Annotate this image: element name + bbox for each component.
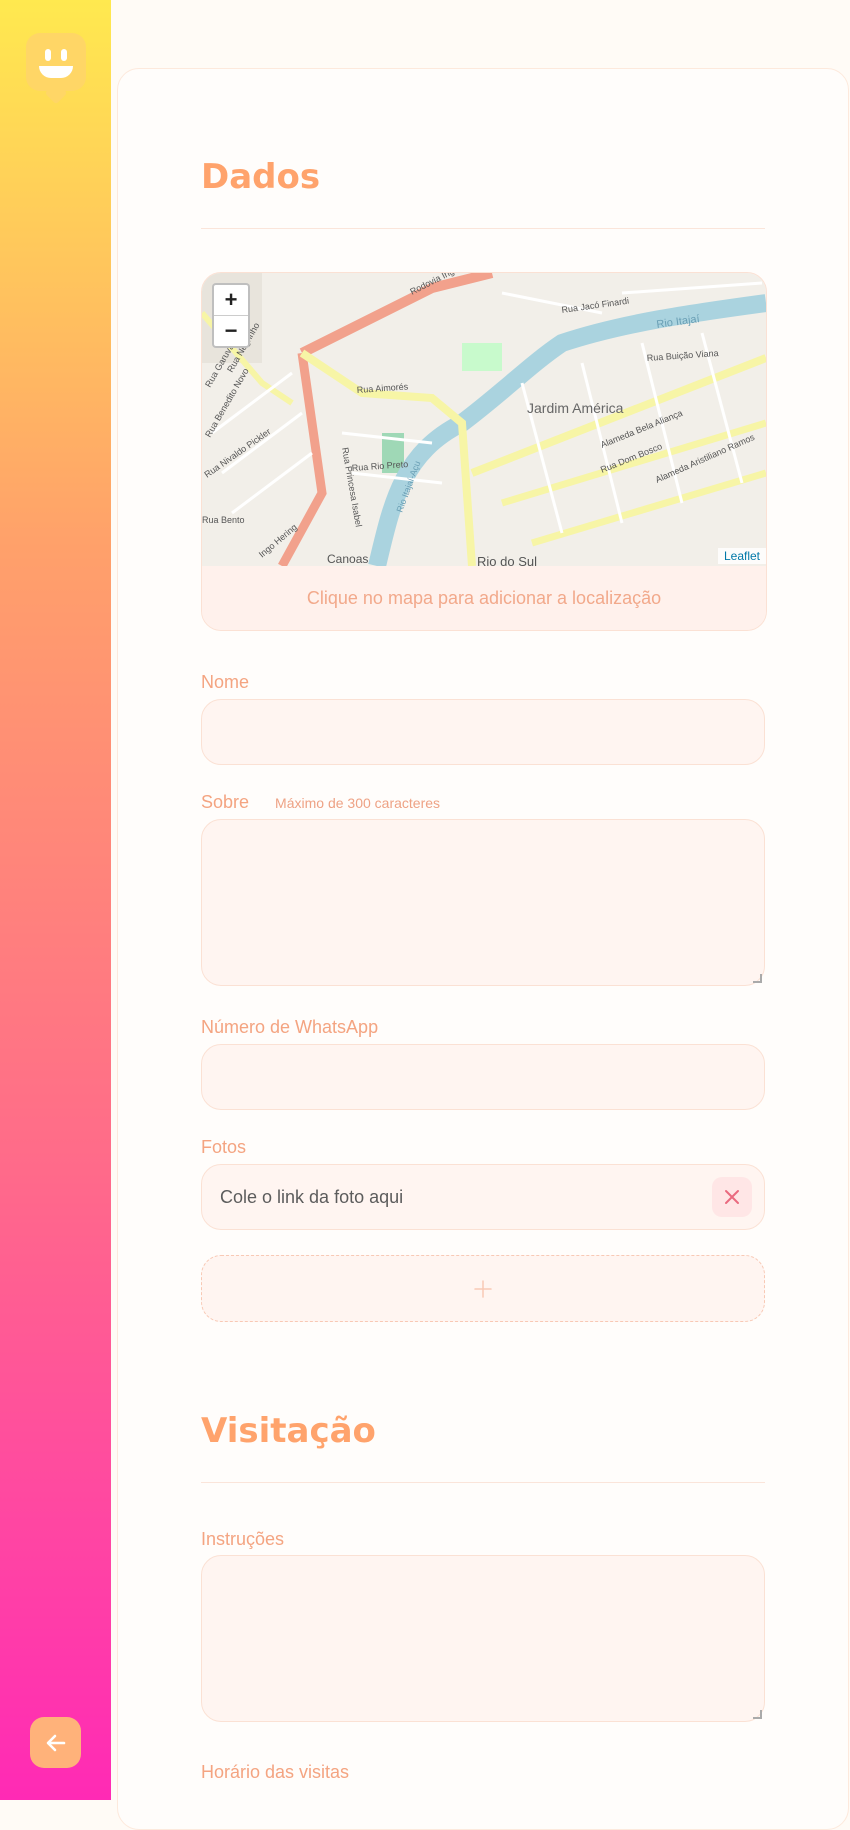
sobre-textarea[interactable] (201, 819, 765, 986)
instrucoes-label: Instruções (201, 1529, 285, 1549)
horario-label: Horário das visitas (201, 1762, 350, 1782)
sobre-label-row: Sobre Máximo de 300 caracteres (201, 792, 440, 813)
nome-input[interactable] (201, 699, 765, 765)
whatsapp-input[interactable] (201, 1044, 765, 1110)
sobre-char-limit-hint: Máximo de 300 caracteres (275, 795, 441, 811)
logo-smiley-icon (26, 33, 86, 91)
map-label: Canoas (327, 552, 368, 566)
foto-url-input[interactable]: Cole o link da foto aqui (201, 1164, 765, 1230)
zoom-out-button[interactable]: − (214, 315, 248, 346)
map-label: Jardim América (527, 400, 624, 416)
nome-label: Nome (201, 672, 250, 692)
divider (201, 228, 765, 229)
arrow-left-icon (46, 1734, 65, 1751)
whatsapp-label: Número de WhatsApp (201, 1017, 379, 1037)
map-hint: Clique no mapa para adicionar a localiza… (202, 566, 766, 630)
instrucoes-textarea[interactable] (201, 1555, 765, 1722)
sobre-label: Sobre (201, 792, 250, 812)
zoom-in-button[interactable]: + (214, 285, 248, 315)
close-icon (725, 1190, 739, 1204)
section-title-visitacao: Visitação (201, 1411, 376, 1451)
plus-icon (474, 1279, 492, 1298)
map-label: Rio do Sul (477, 554, 537, 566)
map-zoom-control: + − (212, 283, 250, 348)
back-button[interactable] (30, 1717, 81, 1768)
map-attribution-link[interactable]: Leaflet (717, 548, 766, 564)
map-label: Rua Bento (202, 515, 245, 525)
location-map[interactable]: Rodovia Ingo Hering Rua Jacó Finardi Rio… (201, 272, 767, 631)
remove-photo-button[interactable] (712, 1177, 752, 1217)
add-photo-button[interactable] (201, 1255, 765, 1322)
sidebar (0, 0, 111, 1800)
foto-url-placeholder: Cole o link da foto aqui (220, 1187, 404, 1207)
form-card: Dados Rodovia Ingo Hering Rua J (117, 68, 849, 1830)
map-tiles[interactable]: Rodovia Ingo Hering Rua Jacó Finardi Rio… (202, 273, 766, 566)
section-title-dados: Dados (201, 157, 321, 197)
divider (201, 1482, 765, 1483)
fotos-label: Fotos (201, 1137, 247, 1157)
